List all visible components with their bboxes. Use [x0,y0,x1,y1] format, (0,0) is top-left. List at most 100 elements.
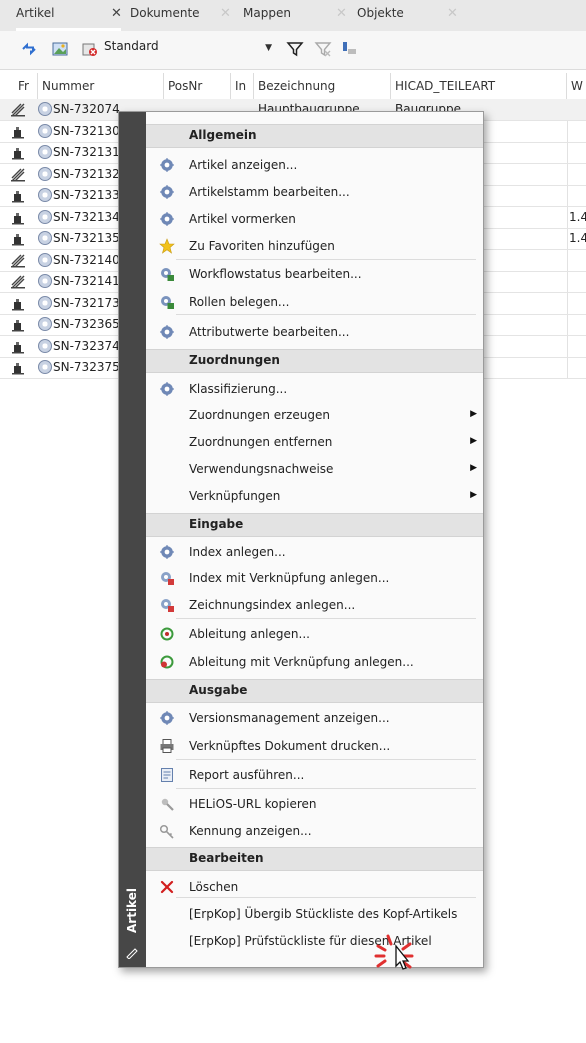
menu-item[interactable]: Attributwerte bearbeiten... [146,319,483,346]
nummer-text: SN-732141 [53,274,120,288]
menu-item[interactable]: Verknüpfungen ▶ [146,483,483,510]
menu-item[interactable]: Versionsmanagement anzeigen... [146,705,483,732]
menu-item[interactable]: Rollen belegen... [146,289,483,316]
menu-item-label: Kennung anzeigen... [189,824,312,838]
close-icon[interactable]: ✕ [447,6,458,21]
menu-item[interactable]: Zeichnungsindex anlegen... [146,592,483,619]
submenu-arrow-icon: ▶ [470,490,477,500]
nummer-text: SN-732365 [53,317,120,331]
close-icon[interactable]: ✕ [220,6,231,21]
nummer-text: SN-732131 [53,145,120,159]
menu-item-label: Artikel anzeigen... [189,158,298,172]
article-view-icon [160,158,174,172]
refresh-icon[interactable] [20,40,38,58]
tab-label: Artikel [16,6,55,20]
menu-section-title: Eingabe [189,517,244,531]
menu-item[interactable]: [ErpKop] Übergib Stückliste des Kopf-Art… [146,901,483,928]
column-header-hicad-teileart[interactable]: HICAD_TEILEART [391,73,567,99]
close-icon[interactable]: ✕ [336,6,347,21]
close-icon[interactable]: ✕ [111,6,122,21]
column-header-bezeichnung[interactable]: Bezeichnung [254,73,391,99]
article-gear-icon [38,209,52,224]
menu-item[interactable]: Ableitung anlegen... [146,621,483,648]
tab-label: Mappen [243,6,291,20]
menu-item[interactable]: Verwendungsnachweise ▶ [146,456,483,483]
attributes-icon [160,325,174,339]
assembly-icon [11,168,25,181]
article-edit-icon [160,185,174,199]
column-header-nummer[interactable]: Nummer [38,73,164,99]
part-icon [12,148,24,160]
view-select[interactable]: Standard ▼ [104,39,274,59]
menu-item-label: Report ausführen... [189,768,305,782]
menu-item[interactable]: Klassifizierung... [146,376,483,403]
cell-nummer: SN-732375 [38,357,120,378]
image-view-icon[interactable] [51,40,69,58]
column-header-posnr[interactable]: PosNr [164,73,231,99]
nummer-text: SN-732140 [53,252,120,267]
menu-section-title: Allgemein [189,128,257,142]
tab-label: Dokumente [130,6,200,20]
menu-item-label: Artikelstamm bearbeiten... [189,185,350,199]
pencil-icon [126,948,138,959]
tab-dokumente[interactable]: Dokumente ✕ [130,6,231,26]
assembly-icon [11,254,25,267]
menu-section-bearbeiten: Bearbeiten [146,847,483,871]
menu-item-label: Zeichnungsindex anlegen... [189,598,356,612]
delete-view-icon[interactable] [80,40,98,58]
tab-label: Objekte [357,6,404,20]
submenu-arrow-icon: ▶ [470,463,477,473]
menu-item-label: [ErpKop] Übergib Stückliste des Kopf-Art… [189,907,458,921]
menu-item[interactable]: Zu Favoriten hinzufügen [146,233,483,260]
nummer-text: SN-732173 [53,295,120,310]
menu-item[interactable]: [ErpKop] Prüfstückliste für diesen Artik… [146,928,483,955]
menu-item-label: Artikel vormerken [189,212,296,226]
menu-item-label: Zu Favoriten hinzufügen [189,239,335,253]
column-header-w[interactable]: W [567,73,586,99]
article-gear-icon [38,360,52,374]
menu-item[interactable]: Artikelstamm bearbeiten... [146,179,483,206]
cell-nummer: SN-732074 [38,99,120,120]
column-header-fr[interactable]: Fr [14,73,38,99]
nummer-text: SN-732375 [53,360,120,374]
tab-objekte[interactable]: Objekte ✕ [357,6,458,26]
column-header-in[interactable]: In [231,73,254,99]
cell-nummer: SN-732140 [38,250,120,271]
part-icon [12,341,24,353]
menu-item[interactable]: Kennung anzeigen... [146,818,483,845]
menu-section-title: Ausgabe [189,683,248,697]
nummer-text: SN-732074 [53,102,120,116]
menu-item[interactable]: Ableitung mit Verknüpfung anlegen... [146,649,483,676]
filter-icon[interactable] [286,40,304,58]
cell-nummer: SN-732173 [38,293,120,314]
menu-item-label: Index anlegen... [189,545,286,559]
context-menu: Artikel Allgemein Artikel anzeigen... Arti… [118,111,484,968]
menu-item[interactable]: Workflowstatus bearbeiten... [146,261,483,288]
menu-item-label: Verwendungsnachweise [189,462,334,476]
menu-item[interactable]: Index mit Verknüpfung anlegen... [146,565,483,592]
menu-item[interactable]: Zuordnungen erzeugen ▶ [146,402,483,429]
menu-item[interactable]: Artikel vormerken [146,206,483,233]
menu-item[interactable]: Report ausführen... [146,762,483,789]
menu-item[interactable]: HELiOS-URL kopieren [146,791,483,818]
menu-item-label: Zuordnungen erzeugen [189,408,330,422]
menu-item[interactable]: Artikel anzeigen... [146,152,483,179]
cell-nummer: SN-732132 [38,164,120,185]
columns-icon[interactable] [340,40,358,58]
menu-item[interactable]: Verknüpftes Dokument drucken... [146,733,483,760]
cell-w: 1.4 [569,231,586,245]
menu-item-label: HELiOS-URL kopieren [189,797,317,811]
menu-item[interactable]: Löschen [146,874,483,901]
tab-mappen[interactable]: Mappen ✕ [243,6,347,26]
menu-item[interactable]: Index anlegen... [146,539,483,566]
clear-filter-icon[interactable] [314,40,332,58]
cell-w: 1.4 [569,209,586,224]
derivation-icon [160,627,174,641]
menu-item[interactable]: Zuordnungen entfernen ▶ [146,429,483,456]
menu-item-label: Versionsmanagement anzeigen... [189,711,390,725]
classification-icon [160,382,174,396]
tab-artikel[interactable]: Artikel ✕ [16,6,122,26]
cell-nummer: SN-732130 [38,121,120,142]
article-gear-icon [38,317,52,331]
nummer-text: SN-732374 [53,338,120,353]
